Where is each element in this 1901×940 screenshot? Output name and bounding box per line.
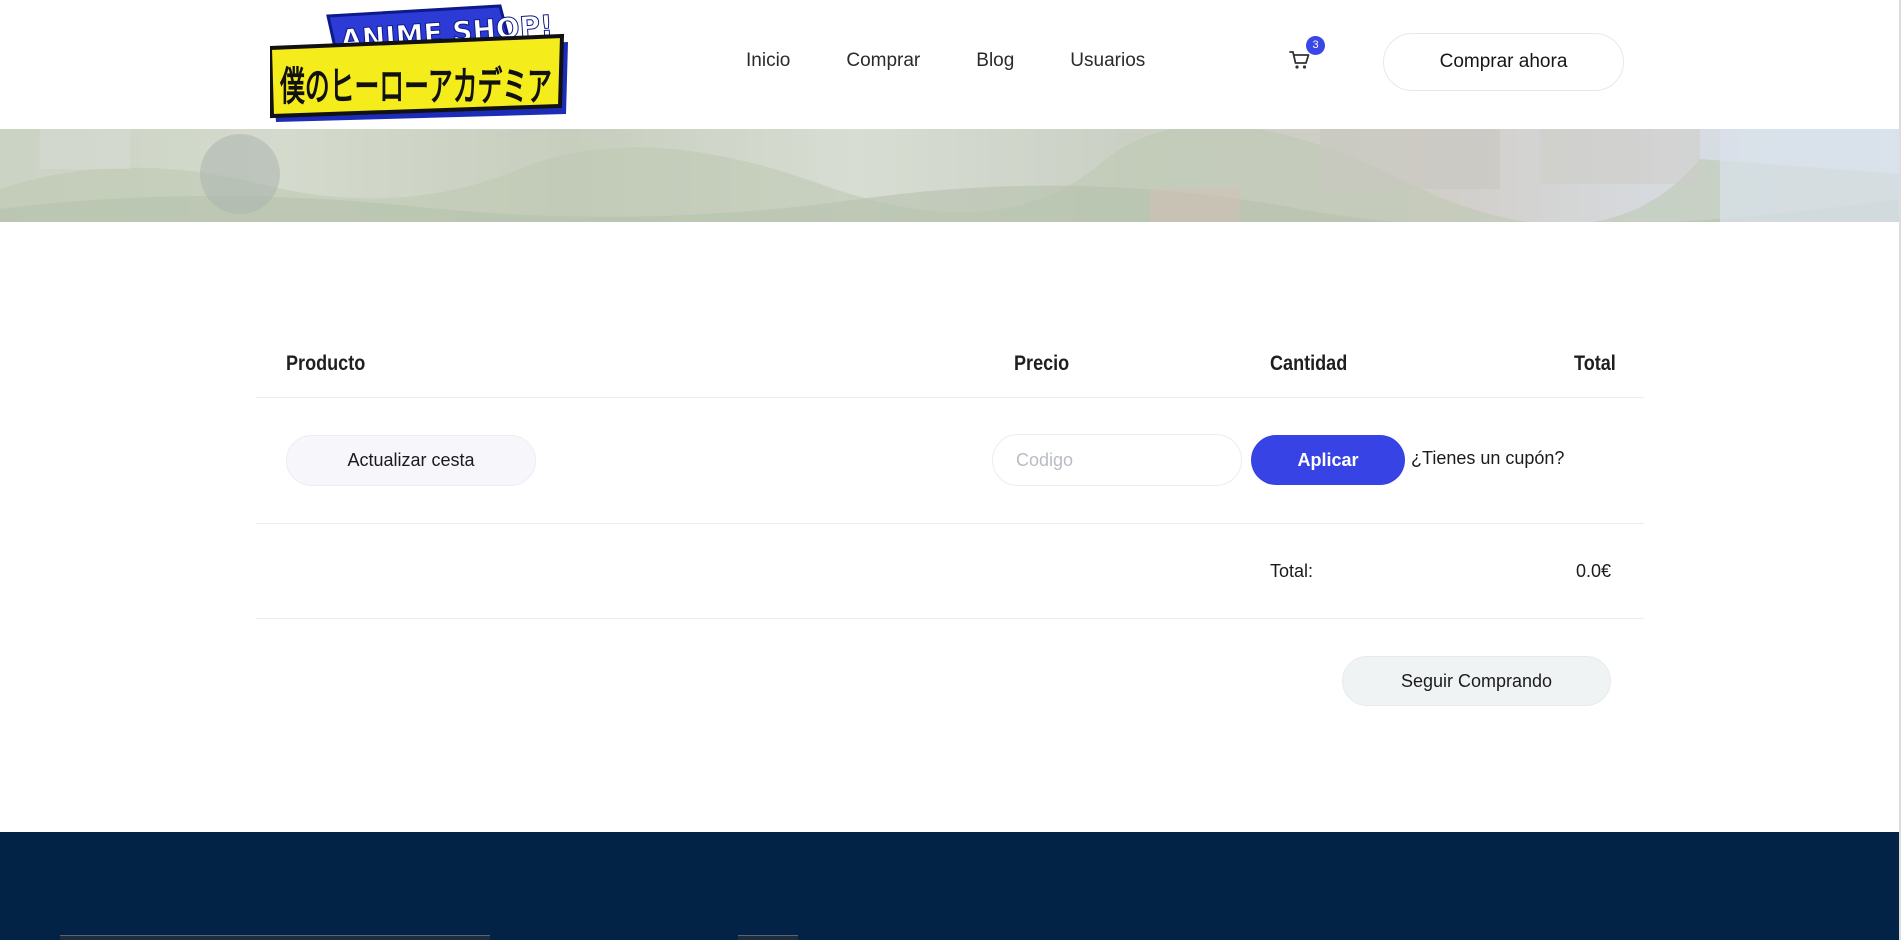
cart-table-header: Producto Precio Cantidad Total — [256, 338, 1644, 398]
apply-coupon-button[interactable]: Aplicar — [1251, 435, 1405, 485]
header-quantity: Cantidad — [1270, 352, 1348, 375]
total-label: Total: — [1270, 561, 1314, 581]
nav-inicio[interactable]: Inicio — [746, 50, 790, 72]
hero-banner-image — [0, 129, 1901, 222]
continue-shopping-button[interactable]: Seguir Comprando — [1342, 656, 1611, 706]
site-header: ANIME SHOP! 僕のヒーローアカデミア Inicio Comprar B… — [0, 0, 1901, 129]
coupon-question-text: ¿Tienes un cupón? — [1411, 448, 1565, 468]
nav-comprar[interactable]: Comprar — [846, 50, 920, 72]
logo-main-text: 僕のヒーローアカデミア — [279, 64, 552, 110]
cart-total-row: Total: 0.0€ — [256, 524, 1644, 619]
header-price: Precio — [1014, 352, 1070, 375]
footer-divider — [60, 935, 490, 940]
coupon-code-input[interactable] — [992, 434, 1242, 486]
cart-count-badge: 3 — [1306, 36, 1325, 55]
nav-blog[interactable]: Blog — [976, 50, 1014, 72]
site-logo[interactable]: ANIME SHOP! 僕のヒーローアカデミア — [267, 2, 570, 126]
buy-now-button[interactable]: Comprar ahora — [1383, 33, 1624, 91]
nav-usuarios[interactable]: Usuarios — [1070, 50, 1145, 72]
update-cart-button[interactable]: Actualizar cesta — [286, 435, 536, 486]
header-total: Total — [1574, 352, 1616, 375]
total-value: 0.0€ — [1575, 561, 1611, 581]
footer-divider — [738, 935, 798, 940]
cart-actions-row: Actualizar cesta Aplicar ¿Tienes un cupó… — [256, 398, 1644, 524]
main-nav: Inicio Comprar Blog Usuarios — [746, 50, 1201, 72]
header-product: Producto — [286, 352, 366, 375]
site-footer — [0, 832, 1901, 940]
